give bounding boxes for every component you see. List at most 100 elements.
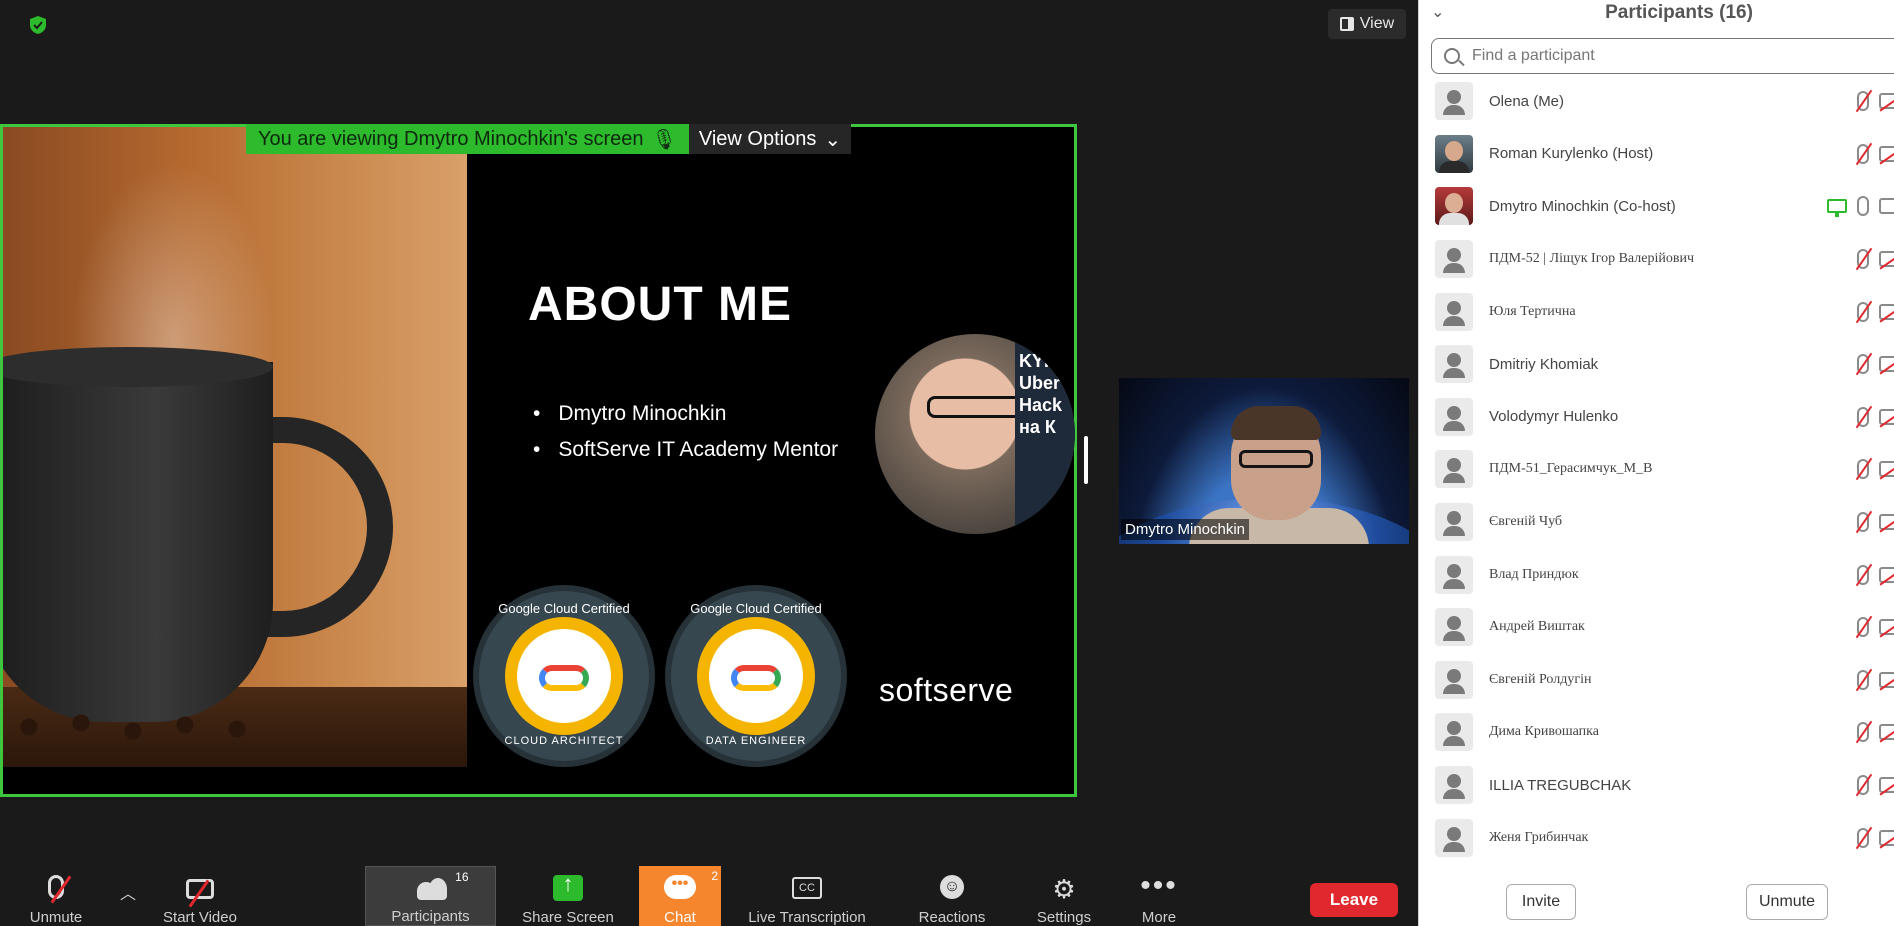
video-off-icon [1879,408,1894,425]
muted-mic-icon [1857,459,1869,480]
muted-mic-icon [1857,406,1869,427]
participant-status-icons [1827,196,1894,218]
participant-name: Євгенiй Чуб [1489,514,1563,530]
chat-icon: ••• [664,875,696,899]
unmute-button[interactable]: Unmute [1746,884,1828,920]
view-button-label: View [1359,15,1395,32]
reactions-label: Reactions [918,909,986,926]
reactions-button[interactable]: ☺ Reactions [912,866,992,926]
share-screen-icon [553,871,583,901]
muted-mic-icon [1857,722,1869,743]
chat-count: 2 [711,869,718,883]
participants-panel-title: Participants (16) [1605,2,1753,23]
participant-row[interactable]: ILLIA TREGUBCHAK [1419,759,1894,812]
audio-options-caret[interactable]: ︿ [118,866,138,926]
start-video-button[interactable]: Start Video [158,866,242,926]
viewing-screen-notice: You are viewing Dmytro Minochkin's scree… [246,124,689,154]
default-avatar-icon [1435,397,1473,436]
participants-panel: ⌄ Participants (16) Olena (Me)Roman Kury… [1418,0,1894,926]
muted-mic-icon: 🎙 [651,128,677,151]
video-off-icon [1879,461,1894,478]
smiley-plus-icon: ☺ [940,875,964,899]
video-off-icon [1879,619,1894,636]
softserve-logo: softserve [879,672,1014,708]
slide-bullet: Dmytro Minochkin [533,402,838,426]
participant-status-icons [1857,722,1894,743]
muted-mic-icon [1857,143,1869,164]
google-cloud-icon [539,665,589,691]
participant-status-icons [1857,827,1894,848]
video-off-icon [1879,356,1894,373]
chevron-up-icon: ︿ [119,886,136,903]
participant-name: Olena (Me) [1489,92,1565,110]
split-handle[interactable] [1084,436,1088,484]
leave-button[interactable]: Leave [1310,883,1398,917]
participant-status-icons [1857,669,1894,690]
participant-search-input[interactable] [1472,47,1852,65]
default-avatar-icon [1435,555,1473,594]
view-options-button[interactable]: View Options ⌄ [688,124,852,154]
participants-count: 16 [455,870,469,884]
participant-row[interactable]: Юля Тертична [1419,285,1894,338]
participant-name: Roman Kurylenko (Host) [1489,145,1654,163]
badge-top-text: Google Cloud Certified [498,601,630,616]
view-options-label: View Options [698,127,817,150]
participant-search[interactable] [1431,38,1894,74]
chat-button[interactable]: ••• 2 Chat [639,866,721,926]
closed-caption-icon: CC [792,877,822,899]
settings-button[interactable]: ⚙ Settings [1030,866,1098,926]
google-cloud-icon [731,665,781,691]
invite-button[interactable]: Invite [1506,884,1576,920]
shield-check-icon[interactable] [28,15,48,35]
participant-row[interactable]: Женя Грибинчак [1419,811,1894,864]
participant-name: ILLIA TREGUBCHAK [1489,776,1632,794]
participant-row[interactable]: Olena (Me) [1419,75,1894,128]
video-off-icon [1879,251,1894,268]
default-avatar-icon [1435,345,1473,384]
participant-name: Dmitriy Khomiak [1489,355,1599,373]
default-avatar-icon [1435,608,1473,647]
start-video-label: Start Video [163,909,237,926]
participant-row[interactable]: Євгенiй Ролдугiн [1419,654,1894,707]
mic-icon [1857,196,1869,217]
participant-row[interactable]: ПДМ-51_Герасимчук_М_В [1419,443,1894,496]
muted-mic-icon [1857,512,1869,533]
participant-status-icons [1857,91,1894,112]
muted-mic-icon [1857,564,1869,585]
participant-row[interactable]: Євгенiй Чуб [1419,496,1894,549]
default-avatar-icon [1435,292,1473,331]
cloud-architect-badge: Google Cloud Certified CLOUD ARCHITECT [473,585,655,767]
participant-row[interactable]: Dmytro Minochkin (Co-host) [1419,180,1894,233]
participant-row[interactable]: Дима Кривошапка [1419,706,1894,759]
presenter-photo: KYIV Uber Hack на К [875,334,1075,534]
video-off-icon [1879,566,1894,583]
participant-status-icons [1857,617,1894,638]
participant-row[interactable]: ПДМ-52 | Лiщук Iгор Валерiйович [1419,233,1894,286]
video-tile[interactable]: Dmytro Minochkin [1119,378,1409,544]
participant-row[interactable]: Roman Kurylenko (Host) [1419,128,1894,181]
video-off-icon [1879,514,1894,531]
participant-status-icons [1857,775,1894,796]
muted-mic-icon [1857,354,1869,375]
unmute-button[interactable]: Unmute [26,866,86,926]
default-avatar-icon [1435,82,1473,121]
view-button[interactable]: View [1328,9,1406,39]
meeting-area: View You are viewing Dmytro Minochkin's … [0,0,1418,926]
more-button[interactable]: ••• More [1134,866,1184,926]
share-banner: You are viewing Dmytro Minochkin's scree… [246,124,852,154]
participant-row[interactable]: Dmitriy Khomiak [1419,338,1894,391]
chat-label: Chat [664,909,696,926]
participant-row[interactable]: Volodymyr Hulenko [1419,391,1894,444]
participant-row[interactable]: Влад Приндюк [1419,548,1894,601]
share-screen-button[interactable]: Share Screen [518,866,618,926]
muted-mic-icon [1857,669,1869,690]
participant-row[interactable]: Андрей Виштак [1419,601,1894,654]
default-avatar-icon [1435,450,1473,489]
participant-status-icons [1857,249,1894,270]
slide-bullet: SoftServe IT Academy Mentor [533,438,838,462]
live-transcription-button[interactable]: CC Live Transcription [742,866,872,926]
participant-name: Юля Тертична [1489,303,1576,319]
participant-name: Dmytro Minochkin (Co-host) [1489,197,1676,215]
participant-name: Андрей Виштак [1489,619,1585,635]
participants-button[interactable]: 16 Participants [365,866,496,926]
